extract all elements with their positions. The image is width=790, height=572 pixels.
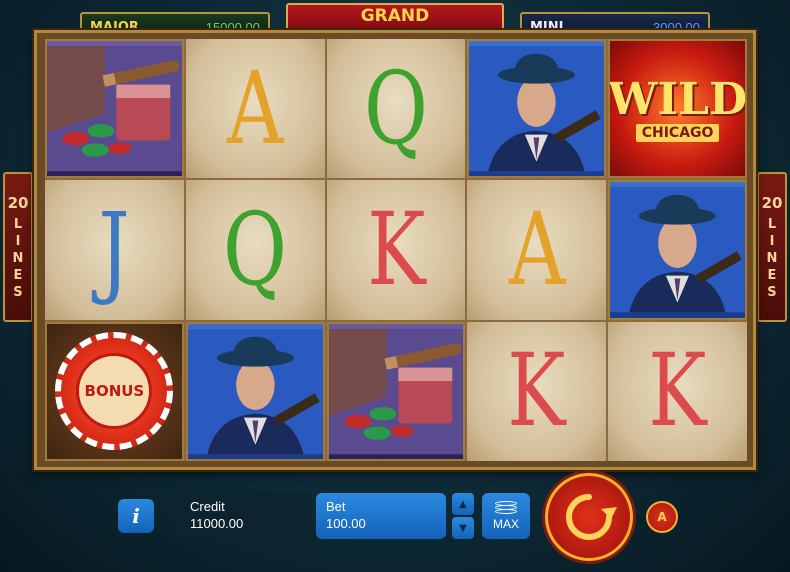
reel-frame: A Q WILD CHICAGO J Q K A BONUS K K <box>34 30 756 470</box>
gangster-symbol <box>185 321 325 461</box>
gangster-icon <box>469 46 605 172</box>
autoplay-icon: A <box>657 510 667 524</box>
credit-label: Credit <box>190 499 225 514</box>
symbol-letter: A <box>508 190 565 308</box>
grand-jackpot-label: GRAND <box>360 6 430 26</box>
wild-symbol: WILD CHICAGO <box>608 39 747 179</box>
credit-value: 11000.00 <box>190 516 244 531</box>
letter-symbol: K <box>326 180 466 320</box>
coins-icon <box>495 501 517 515</box>
autoplay-button[interactable]: A <box>646 501 678 533</box>
letter-symbol: K <box>467 321 607 461</box>
max-label: MAX <box>492 517 519 531</box>
bet-increase-button[interactable]: ▲ <box>452 493 474 515</box>
spin-button[interactable] <box>545 473 633 561</box>
lines-number: 20 <box>7 193 29 212</box>
bet-value: 100.00 <box>326 516 366 531</box>
gangster-symbol <box>608 180 747 320</box>
whisky-cigar-icon <box>328 328 464 454</box>
letter-symbol: A <box>185 39 325 179</box>
symbol-letter: K <box>366 190 426 308</box>
bet-label: Bet <box>326 499 346 514</box>
bet-stepper: ▲ ▼ <box>452 493 474 539</box>
max-bet-button[interactable]: MAX <box>482 493 530 539</box>
gangster-icon <box>610 187 745 313</box>
bet-display[interactable]: Bet 100.00 <box>316 493 446 539</box>
wild-label: WILD <box>608 73 747 125</box>
symbol-letter: K <box>507 332 566 450</box>
symbol-letter: Q <box>364 49 428 167</box>
credit-display: Credit 11000.00 <box>172 493 312 539</box>
whisky-cigar-symbol <box>326 321 466 461</box>
gangster-icon <box>187 328 323 454</box>
gangster-symbol <box>467 39 607 179</box>
arrow-up-icon: ▲ <box>459 498 467 510</box>
lines-badge-left: 20 L I N E S <box>3 172 33 322</box>
reel-grid: A Q WILD CHICAGO J Q K A BONUS K K <box>45 39 747 461</box>
spin-icon <box>566 494 617 540</box>
symbol-letter: J <box>98 190 131 308</box>
whisky-cigar-icon <box>47 46 182 172</box>
bonus-label: BONUS <box>84 382 145 401</box>
letter-symbol: J <box>45 180 184 320</box>
letter-symbol: Q <box>185 180 325 320</box>
info-button[interactable]: i <box>118 499 154 533</box>
letter-symbol: A <box>467 180 607 320</box>
bet-decrease-button[interactable]: ▼ <box>452 517 474 539</box>
symbol-letter: K <box>648 332 707 450</box>
whisky-cigar-symbol <box>45 39 184 179</box>
letter-symbol: K <box>608 321 747 461</box>
symbol-letter: Q <box>223 190 288 308</box>
lines-badge-right: 20 L I N E S <box>757 172 787 322</box>
lines-number: 20 <box>761 193 783 212</box>
letter-symbol: Q <box>326 39 466 179</box>
arrow-down-icon: ▼ <box>459 522 467 534</box>
bonus-symbol: BONUS <box>45 321 184 461</box>
wild-sub-label: CHICAGO <box>635 123 720 142</box>
info-icon: i <box>132 504 140 528</box>
symbol-letter: A <box>227 49 284 167</box>
bonus-chip-icon: BONUS <box>55 332 174 451</box>
